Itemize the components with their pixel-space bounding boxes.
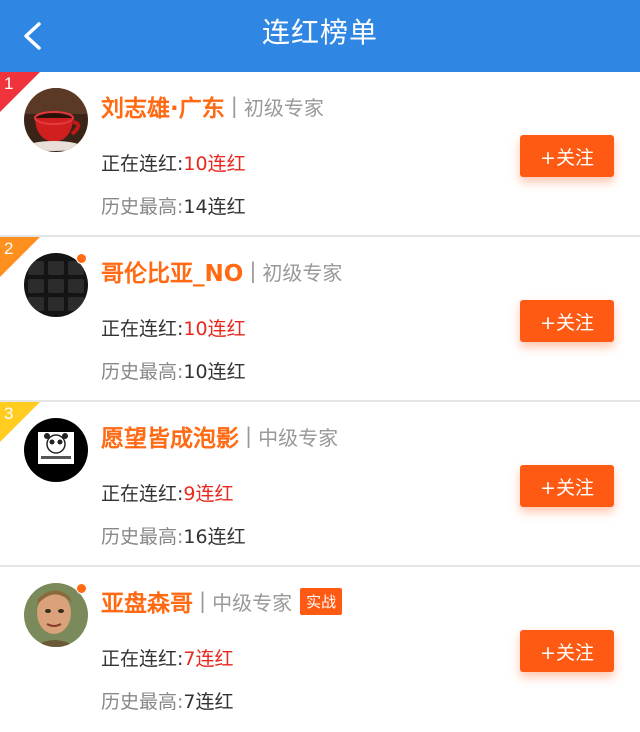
list-item[interactable]: 3 愿望皆成泡影 | 中级专家 正在连红:9连红 历史最高:16连红 +关注 bbox=[0, 402, 640, 567]
current-streak-label: 正在连红: bbox=[101, 153, 184, 175]
user-name[interactable]: 亚盘森哥 bbox=[101, 584, 193, 618]
separator: | bbox=[230, 94, 238, 118]
name-line: 愿望皆成泡影 | 中级专家 bbox=[101, 419, 338, 453]
name-line: 刘志雄·广东 | 初级专家 bbox=[101, 89, 324, 123]
current-streak-value: 9连红 bbox=[183, 483, 234, 505]
best-streak: 历史最高:7连红 bbox=[101, 687, 234, 714]
list-item[interactable]: 2 哥伦比亚_NO | 初级专家 正在连红:10连红 历史最高:10连红 +关注 bbox=[0, 237, 640, 402]
top-nav-bar: 连红榜单 bbox=[0, 0, 640, 72]
follow-button[interactable]: +关注 bbox=[520, 300, 614, 342]
user-name[interactable]: 愿望皆成泡影 bbox=[101, 419, 239, 453]
best-streak-label: 历史最高: bbox=[101, 196, 184, 218]
best-streak: 历史最高:10连红 bbox=[101, 357, 246, 384]
panda-meme-avatar-icon bbox=[24, 418, 88, 482]
current-streak-label: 正在连红: bbox=[101, 318, 184, 340]
online-indicator bbox=[76, 583, 87, 594]
current-streak: 正在连红:10连红 bbox=[101, 149, 246, 176]
best-streak-value: 16连红 bbox=[183, 526, 246, 548]
online-indicator bbox=[76, 253, 87, 264]
current-streak: 正在连红:9连红 bbox=[101, 479, 234, 506]
best-streak-label: 历史最高: bbox=[101, 361, 184, 383]
best-streak-value: 10连红 bbox=[183, 361, 246, 383]
best-streak: 历史最高:14连红 bbox=[101, 192, 246, 219]
user-name[interactable]: 哥伦比亚_NO bbox=[101, 254, 243, 288]
ranking-list: 1 刘志雄·广东 | 初级专家 正在连红:10连红 历史最高:14连红 +关注 bbox=[0, 72, 640, 732]
best-streak-value: 14连红 bbox=[183, 196, 246, 218]
current-streak-label: 正在连红: bbox=[101, 483, 184, 505]
current-streak-value: 10连红 bbox=[183, 318, 246, 340]
expert-level: 初级专家 bbox=[243, 95, 324, 120]
expert-level: 中级专家 bbox=[212, 590, 293, 615]
best-streak-value: 7连红 bbox=[183, 691, 234, 713]
expert-level: 中级专家 bbox=[258, 425, 339, 450]
current-streak: 正在连红:10连红 bbox=[101, 314, 246, 341]
status-badge: 实战 bbox=[300, 587, 343, 615]
separator: | bbox=[199, 589, 207, 613]
current-streak-label: 正在连红: bbox=[101, 648, 184, 670]
rank-number: 2 bbox=[4, 239, 14, 258]
avatar[interactable] bbox=[24, 418, 88, 482]
list-item[interactable]: 1 刘志雄·广东 | 初级专家 正在连红:10连红 历史最高:14连红 +关注 bbox=[0, 72, 640, 237]
separator: | bbox=[249, 259, 257, 283]
name-line: 亚盘森哥 | 中级专家 实战 bbox=[101, 584, 343, 618]
current-streak-value: 7连红 bbox=[183, 648, 234, 670]
current-streak-value: 10连红 bbox=[183, 153, 246, 175]
separator: | bbox=[245, 424, 253, 448]
expert-level: 初级专家 bbox=[262, 260, 343, 285]
follow-button[interactable]: +关注 bbox=[520, 135, 614, 177]
avatar[interactable] bbox=[24, 88, 88, 152]
rank-number: 3 bbox=[4, 404, 14, 423]
best-streak: 历史最高:16连红 bbox=[101, 522, 246, 549]
current-streak: 正在连红:7连红 bbox=[101, 644, 234, 671]
name-line: 哥伦比亚_NO | 初级专家 bbox=[101, 254, 342, 288]
user-name[interactable]: 刘志雄·广东 bbox=[101, 89, 225, 123]
best-streak-label: 历史最高: bbox=[101, 691, 184, 713]
coffee-cup-avatar-icon bbox=[24, 88, 88, 152]
follow-button[interactable]: +关注 bbox=[520, 630, 614, 672]
list-item[interactable]: 亚盘森哥 | 中级专家 实战 正在连红:7连红 历史最高:7连红 +关注 bbox=[0, 567, 640, 732]
best-streak-label: 历史最高: bbox=[101, 526, 184, 548]
page-title: 连红榜单 bbox=[261, 16, 378, 49]
follow-button[interactable]: +关注 bbox=[520, 465, 614, 507]
rank-number: 1 bbox=[4, 74, 14, 93]
